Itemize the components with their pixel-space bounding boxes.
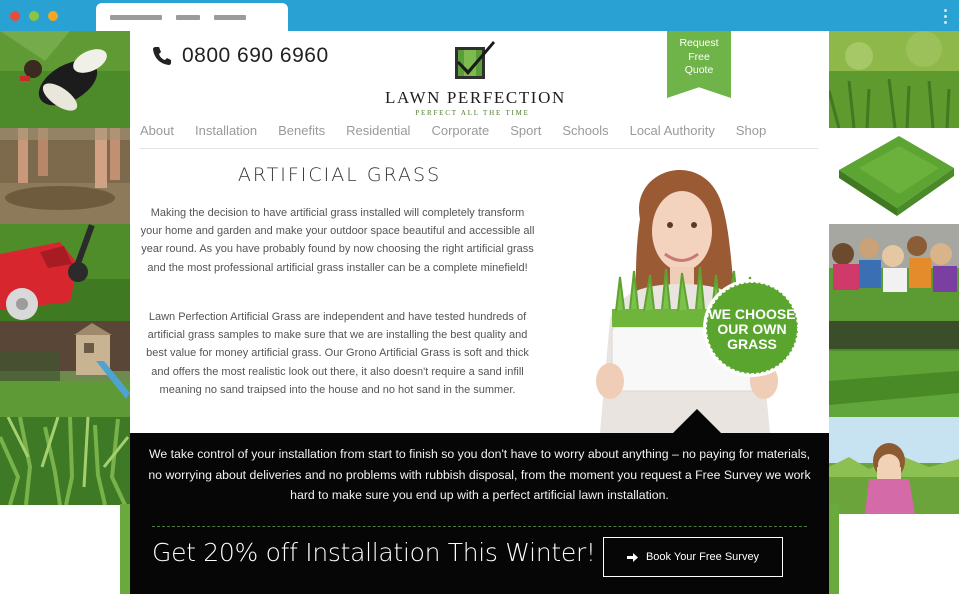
site-logo[interactable]: LAWN PERFECTION PERFECT ALL THE TIME bbox=[385, 39, 566, 117]
photo-garden-playhouse bbox=[0, 321, 130, 417]
ribbon-line: Request bbox=[679, 37, 719, 49]
logo-name: LAWN PERFECTION bbox=[385, 88, 566, 107]
nav-item-residential[interactable]: Residential bbox=[346, 123, 410, 148]
nav-item-local-authority[interactable]: Local Authority bbox=[630, 123, 715, 148]
maximize-window-button[interactable] bbox=[48, 11, 58, 21]
nav-item-shop[interactable]: Shop bbox=[736, 123, 766, 148]
photo-blank-left bbox=[0, 505, 130, 594]
page-title: ARTIFICIAL GRASS bbox=[237, 164, 442, 186]
window-controls bbox=[10, 11, 58, 21]
phone-icon bbox=[153, 47, 171, 65]
photo-girl-in-meadow bbox=[829, 417, 959, 514]
badge-text: WE CHOOSE OUR OWN GRASS bbox=[702, 307, 802, 352]
green-checkbox-icon bbox=[454, 41, 495, 79]
request-quote-ribbon[interactable]: Request Free Quote bbox=[667, 31, 731, 98]
installation-promise-text: We take control of your installation fro… bbox=[148, 447, 811, 502]
nav-item-sport[interactable]: Sport bbox=[510, 123, 541, 148]
green-edge-right bbox=[829, 504, 839, 594]
nav-item-corporate[interactable]: Corporate bbox=[431, 123, 489, 148]
book-survey-button[interactable]: Book Your Free Survey bbox=[603, 537, 783, 577]
page-content: 0800 690 6960 LAWN PERFECTION PERFECT AL… bbox=[130, 31, 829, 433]
nav-item-installation[interactable]: Installation bbox=[195, 123, 257, 148]
badge-line: WE CHOOSE bbox=[708, 306, 796, 322]
photo-dog-on-grass bbox=[0, 31, 130, 128]
book-survey-label: Book Your Free Survey bbox=[645, 551, 760, 563]
photo-red-lawnmower bbox=[0, 224, 130, 321]
winter-promo-heading: Get 20% off Installation This Winter! bbox=[152, 538, 596, 567]
photo-lawn-stripes bbox=[829, 321, 959, 417]
logo-tagline: PERFECT ALL THE TIME bbox=[415, 109, 530, 117]
nav-item-schools[interactable]: Schools bbox=[562, 123, 608, 148]
close-window-button[interactable] bbox=[10, 11, 20, 21]
vertical-dots-icon[interactable] bbox=[944, 9, 947, 24]
main-nav: About Installation Benefits Residential … bbox=[140, 123, 818, 149]
phone-contact[interactable]: 0800 690 6960 bbox=[152, 44, 329, 68]
tab-placeholder-bar bbox=[214, 15, 246, 20]
nav-item-about[interactable]: About bbox=[140, 123, 174, 148]
phone-number[interactable]: 0800 690 6960 bbox=[182, 44, 329, 68]
green-edge-left bbox=[120, 504, 130, 594]
arrow-right-icon bbox=[626, 552, 638, 562]
dashed-divider bbox=[152, 526, 807, 527]
browser-tab[interactable] bbox=[96, 3, 288, 32]
photo-grass-bokeh bbox=[829, 31, 959, 128]
badge-line: GRASS bbox=[727, 336, 777, 352]
photo-grass-closeup bbox=[0, 417, 130, 505]
tab-placeholder-bar bbox=[176, 15, 200, 20]
badge-line: OUR OWN bbox=[717, 321, 787, 337]
tab-placeholder-bar bbox=[110, 15, 162, 20]
cta-band: We take control of your installation fro… bbox=[130, 433, 829, 594]
nav-item-benefits[interactable]: Benefits bbox=[278, 123, 325, 148]
ribbon-line: Quote bbox=[684, 64, 714, 76]
intro-paragraph: Making the decision to have artificial g… bbox=[140, 207, 535, 274]
photo-turf-sample bbox=[829, 128, 959, 224]
photo-blank-right bbox=[829, 514, 959, 594]
browser-chrome bbox=[0, 0, 959, 32]
photo-children-on-grass bbox=[829, 224, 959, 321]
photo-muddy-lawn bbox=[0, 128, 130, 224]
ribbon-line: Free bbox=[688, 50, 710, 63]
body-paragraph: Lawn Perfection Artificial Grass are ind… bbox=[146, 311, 529, 396]
minimize-window-button[interactable] bbox=[29, 11, 39, 21]
